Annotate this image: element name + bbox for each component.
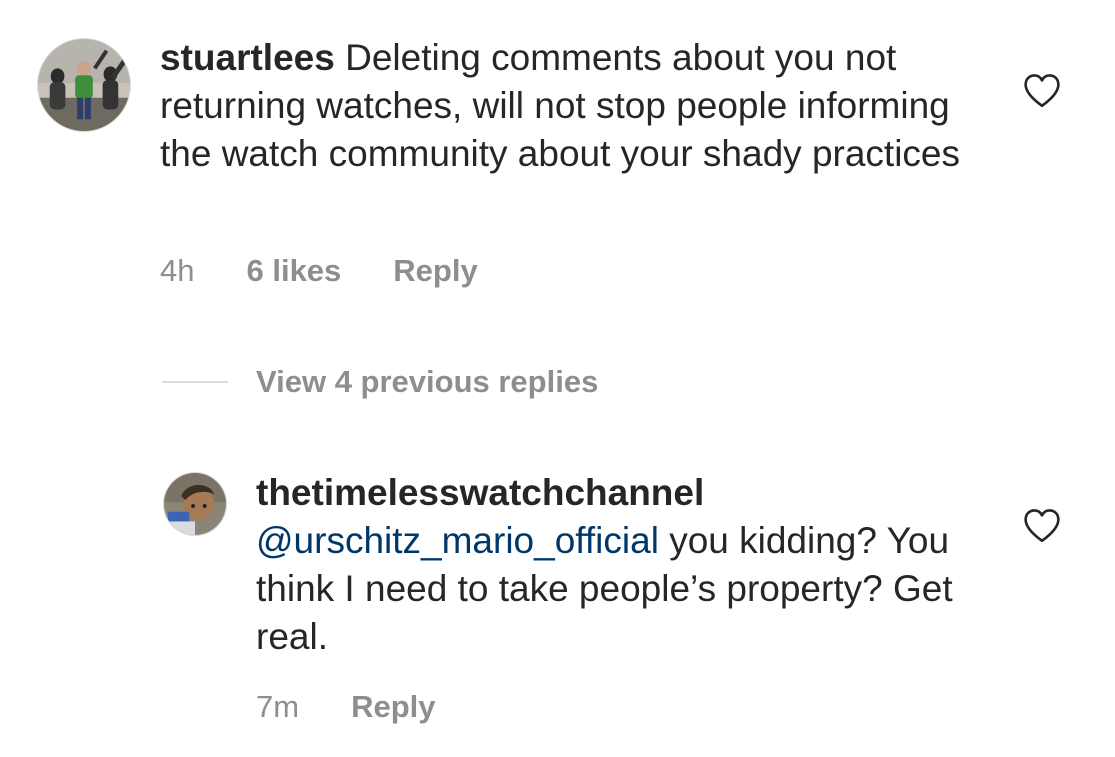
mention-link[interactable]: @urschitz_mario_official [256, 520, 659, 561]
like-button[interactable] [1022, 73, 1062, 109]
view-replies-label: View 4 previous replies [256, 364, 599, 399]
reply-body: thetimelesswatchchannel @urschitz_mario_… [256, 469, 956, 661]
avatar[interactable] [163, 472, 227, 536]
reply-meta: 7m Reply [256, 687, 436, 727]
heart-outline-icon [1024, 74, 1060, 108]
comment-body: stuartlees Deleting comments about you n… [160, 34, 980, 178]
reply-button[interactable]: Reply [393, 253, 477, 289]
heart-outline-icon [1024, 509, 1060, 543]
user-avatar-photo-icon [38, 39, 130, 131]
view-previous-replies-button[interactable]: View 4 previous replies [162, 360, 598, 404]
reply-username[interactable]: thetimelesswatchchannel [256, 472, 704, 513]
replies-divider [162, 381, 228, 383]
comment-meta: 4h 6 likes Reply [160, 251, 478, 291]
comment-username[interactable]: stuartlees [160, 37, 335, 78]
like-button[interactable] [1022, 508, 1062, 544]
reply-timestamp[interactable]: 7m [256, 689, 299, 725]
user-avatar-photo-icon [164, 473, 226, 535]
comment-likes-count[interactable]: 6 likes [246, 253, 341, 289]
comment-timestamp[interactable]: 4h [160, 253, 194, 289]
reply-button[interactable]: Reply [351, 689, 435, 725]
avatar[interactable] [37, 38, 131, 132]
